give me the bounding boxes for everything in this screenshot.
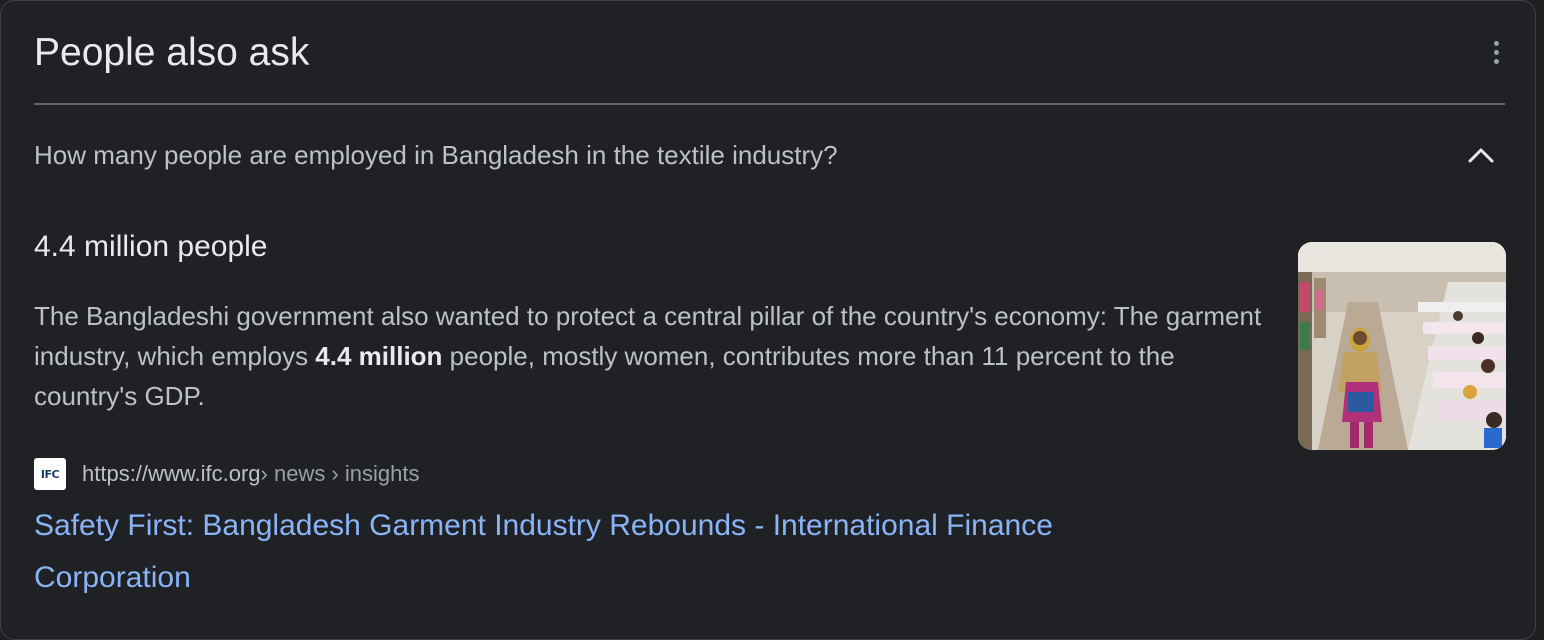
snippet-highlight: 4.4 million	[315, 341, 443, 371]
section-title: People also ask	[34, 31, 310, 74]
question-text: How many people are employed in Banglade…	[34, 140, 838, 170]
people-also-ask-card: People also ask How many people are empl…	[0, 0, 1536, 640]
ifc-favicon-icon: IFC	[34, 458, 66, 490]
divider	[34, 103, 1505, 105]
source-attribution[interactable]: IFC https://www.ifc.org › news › insight…	[34, 456, 419, 492]
answer-thumbnail-image[interactable]	[1298, 242, 1506, 450]
source-url[interactable]: https://www.ifc.org	[82, 461, 261, 487]
factory-photo-illustration	[1298, 242, 1506, 450]
chevron-up-icon[interactable]	[1467, 143, 1495, 167]
answer-headline: 4.4 million people	[34, 230, 268, 263]
question-toggle[interactable]: How many people are employed in Banglade…	[34, 129, 1505, 181]
card-header: People also ask	[34, 27, 1505, 79]
more-vert-icon[interactable]	[1487, 35, 1505, 69]
answer-snippet: The Bangladeshi government also wanted t…	[34, 296, 1274, 416]
source-breadcrumb[interactable]: › news › insights	[261, 461, 420, 487]
result-title-link[interactable]: Safety First: Bangladesh Garment Industr…	[34, 500, 1174, 604]
